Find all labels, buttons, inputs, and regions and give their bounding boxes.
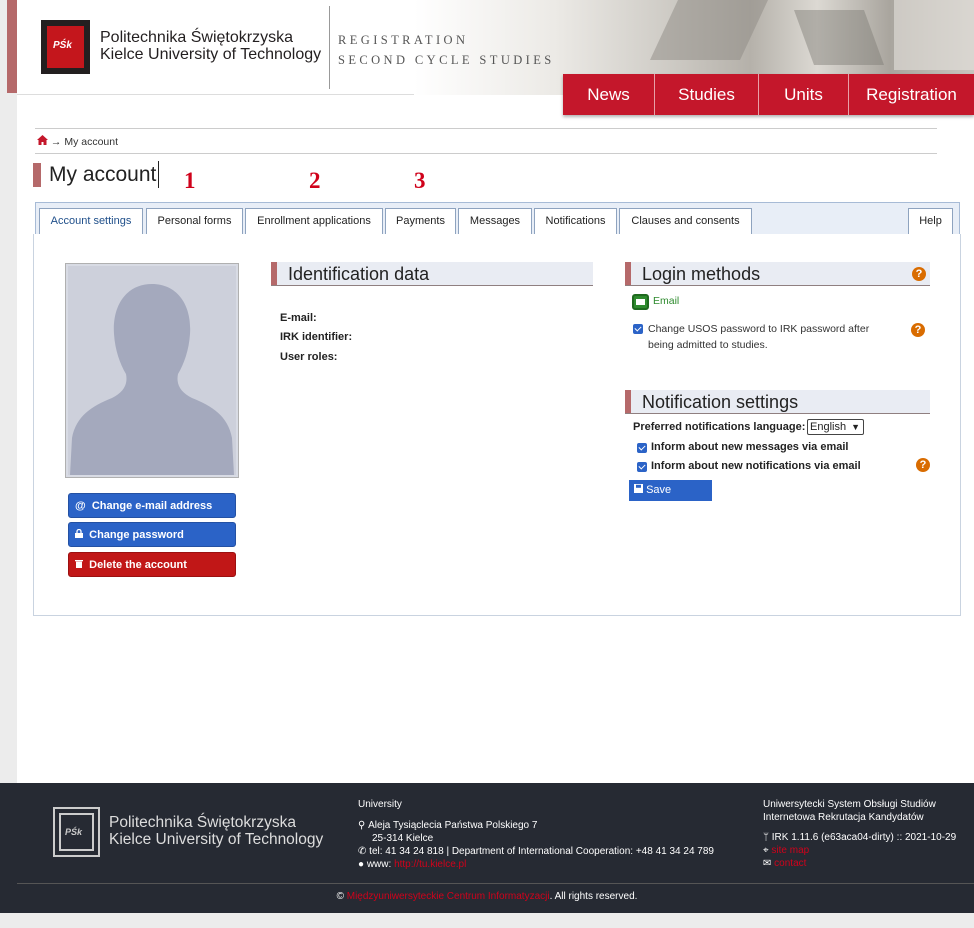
delete-account-button[interactable]: Delete the account xyxy=(68,552,236,577)
user-roles-label: User roles: xyxy=(280,351,338,363)
page-title: My account xyxy=(49,161,160,188)
breadcrumb-arrow: → xyxy=(50,136,62,148)
university-website-link[interactable]: http://tu.kielce.pl xyxy=(394,859,466,870)
nav-news[interactable]: News xyxy=(563,74,655,115)
lock-icon xyxy=(75,528,83,541)
nav-units[interactable]: Units xyxy=(759,74,849,115)
footer-system: Uniwersytecki System Obsługi Studiów Int… xyxy=(763,799,957,869)
tab-account-settings[interactable]: Account settings xyxy=(39,208,143,236)
inform-messages-label: Inform about new messages via email xyxy=(651,441,849,453)
language-select[interactable]: English ▼ xyxy=(807,419,864,435)
tab-enrollment-applications[interactable]: Enrollment applications xyxy=(245,208,383,235)
nav-studies[interactable]: Studies xyxy=(655,74,759,115)
footer-logo[interactable]: PŚk xyxy=(53,807,100,857)
footer-divider xyxy=(17,883,974,884)
language-label: Preferred notifications language: xyxy=(633,421,806,433)
email-icon[interactable] xyxy=(632,294,649,310)
sitemap-icon: ⌖ xyxy=(763,845,769,856)
inform-notifications-label: Inform about new notifications via email xyxy=(651,460,861,472)
copyright: © Międzyuniwersyteckie Centrum Informaty… xyxy=(336,891,638,902)
phone-icon: ✆ xyxy=(358,846,367,857)
tab-personal-forms[interactable]: Personal forms xyxy=(146,208,243,235)
registration-heading: REGISTRATION SECOND CYCLE STUDIES xyxy=(338,33,555,67)
account-tabs: Account settings Personal forms Enrollme… xyxy=(35,202,960,236)
inform-messages-checkbox[interactable] xyxy=(637,443,647,453)
site-footer: PŚk Politechnika Świętokrzyska Kielce Un… xyxy=(0,783,974,928)
avatar xyxy=(65,263,239,478)
tab-clauses-and-consents[interactable]: Clauses and consents xyxy=(619,208,752,235)
identification-heading: Identification data xyxy=(271,262,593,286)
irk-identifier-label: IRK identifier: xyxy=(280,331,353,343)
usos-password-text: Change USOS password to IRK password aft… xyxy=(648,323,870,351)
help-icon[interactable]: ? xyxy=(916,458,930,472)
chevron-down-icon: ▼ xyxy=(851,422,860,432)
annotation-3: 3 xyxy=(414,168,426,193)
tab-messages[interactable]: Messages xyxy=(458,208,532,235)
footer-contact: University ⚲ Aleja Tysiąclecia Państwa P… xyxy=(358,799,714,870)
save-settings-button[interactable]: Save settings xyxy=(629,480,712,517)
change-password-button[interactable]: Change password xyxy=(68,522,236,547)
title-accent xyxy=(33,163,41,187)
site-map-link[interactable]: site map xyxy=(771,845,809,856)
branch-icon: ᛘ xyxy=(763,832,769,843)
mci-link[interactable]: Międzyuniwersyteckie Centrum Informatyza… xyxy=(347,891,550,902)
email-login-method[interactable]: Email xyxy=(653,293,679,309)
change-email-button[interactable]: @ Change e-mail address xyxy=(68,493,236,518)
breadcrumb-current: My account xyxy=(64,136,119,148)
email-label: E-mail: xyxy=(280,312,317,324)
university-name[interactable]: Politechnika Świętokrzyska Kielce Univer… xyxy=(100,29,321,63)
footer-university-name: Politechnika Świętokrzyska Kielce Univer… xyxy=(109,814,324,848)
header-divider xyxy=(329,6,330,89)
breadcrumb: → My account xyxy=(35,128,937,154)
floppy-icon xyxy=(634,484,643,496)
at-icon: @ xyxy=(75,500,86,512)
tab-help[interactable]: Help xyxy=(908,208,953,235)
help-icon[interactable]: ? xyxy=(912,267,926,281)
annotation-1: 1 xyxy=(184,168,196,193)
footer-university-title: University xyxy=(358,799,402,810)
footer-spacer xyxy=(17,668,974,783)
login-methods-heading: Login methods xyxy=(625,262,930,286)
globe-icon: ● xyxy=(358,859,365,870)
inform-notifications-checkbox[interactable] xyxy=(637,462,647,472)
home-icon[interactable] xyxy=(37,135,48,148)
tab-notifications[interactable]: Notifications xyxy=(534,208,617,235)
help-icon[interactable]: ? xyxy=(911,323,925,337)
notification-settings-heading: Notification settings xyxy=(625,390,930,414)
nav-registration[interactable]: Registration xyxy=(849,74,974,115)
envelope-icon: ✉ xyxy=(763,858,772,869)
tab-payments[interactable]: Payments xyxy=(385,208,456,235)
map-marker-icon: ⚲ xyxy=(358,820,366,831)
trash-icon xyxy=(75,559,83,571)
main-nav: News Studies Units Registration xyxy=(563,74,974,115)
page: PŚk Politechnika Świętokrzyska Kielce Un… xyxy=(0,0,974,928)
university-logo[interactable]: PŚk xyxy=(41,20,90,74)
usos-password-checkbox[interactable] xyxy=(633,324,643,334)
page-bottom xyxy=(0,913,974,928)
annotation-2: 2 xyxy=(309,168,321,193)
contact-link[interactable]: contact xyxy=(774,858,806,869)
